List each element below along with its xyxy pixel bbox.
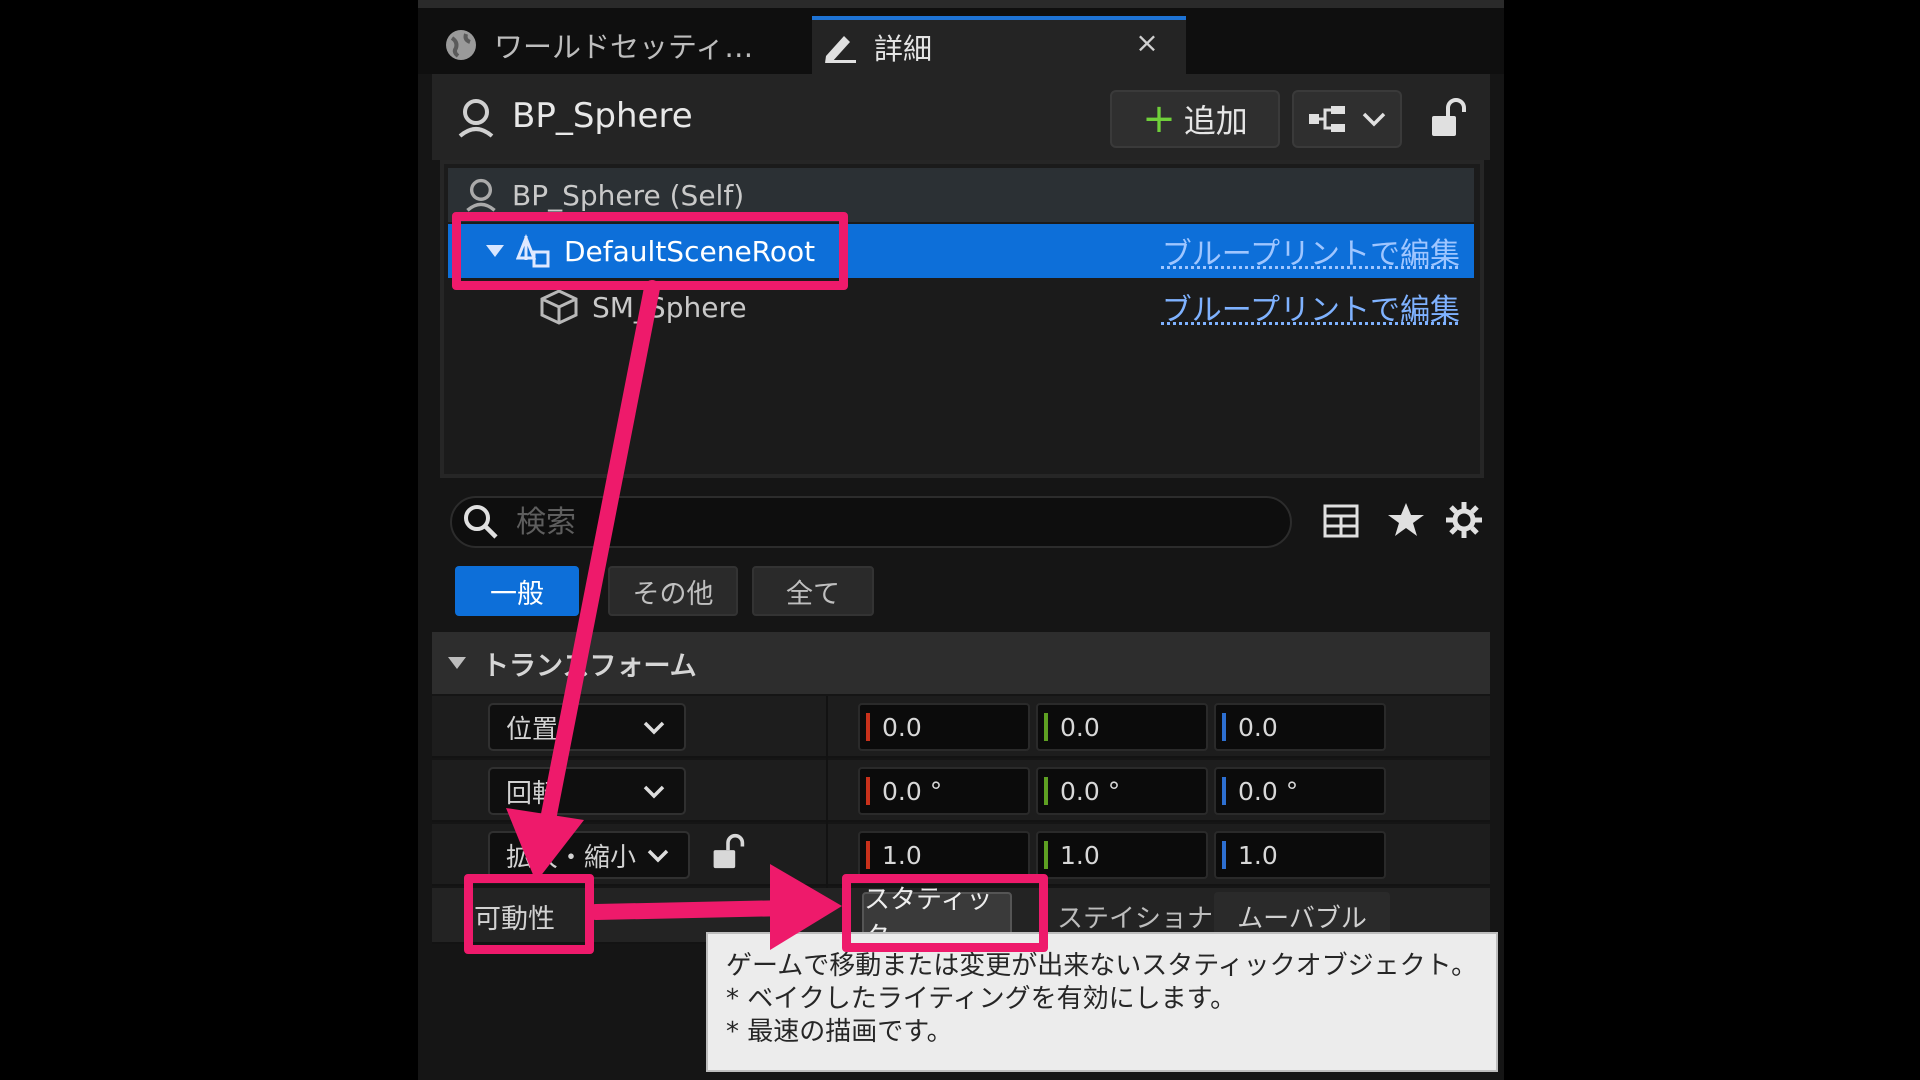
x-axis-marker xyxy=(866,713,870,741)
lock-open-icon[interactable] xyxy=(1428,96,1468,138)
self-label: BP_Sphere (Self) xyxy=(512,178,745,212)
y-axis-marker xyxy=(1044,841,1048,869)
mesh-label: SM_Sphere xyxy=(592,290,747,324)
gear-icon[interactable] xyxy=(1444,500,1484,540)
scale-z-field[interactable]: 1.0 xyxy=(1214,831,1386,879)
tooltip-line: ゲームで移動または変更が出来ないスタティックオブジェクト。 xyxy=(726,951,1478,981)
transform-section-header[interactable]: トランスフォーム xyxy=(432,632,1490,694)
location-y-value: 0.0 xyxy=(1060,712,1100,742)
globe-icon xyxy=(446,30,476,60)
location-dropdown[interactable]: 位置 xyxy=(488,703,686,751)
location-z-value: 0.0 xyxy=(1238,712,1278,742)
scale-z-value: 1.0 xyxy=(1238,840,1278,870)
star-icon[interactable] xyxy=(1386,500,1426,540)
z-axis-marker xyxy=(1222,841,1226,869)
rotation-dropdown[interactable]: 回転 xyxy=(488,767,686,815)
hierarchy-dropdown-button[interactable] xyxy=(1292,90,1402,148)
rotation-y-value: 0.0 ° xyxy=(1060,776,1121,806)
close-tab-button[interactable]: × xyxy=(1130,26,1164,60)
rotation-label: 回転 xyxy=(506,778,559,809)
location-x-field[interactable]: 0.0 xyxy=(858,703,1030,751)
rotation-y-field[interactable]: 0.0 ° xyxy=(1036,767,1208,815)
scale-lock-open-icon[interactable] xyxy=(710,832,746,870)
tab-details-label: 詳細 xyxy=(874,32,933,66)
chevron-down-icon xyxy=(647,849,669,863)
highlight-static-option xyxy=(842,874,1048,952)
scale-y-value: 1.0 xyxy=(1060,840,1100,870)
rotation-z-value: 0.0 ° xyxy=(1238,776,1299,806)
x-axis-marker xyxy=(866,777,870,805)
pencil-edit-icon xyxy=(825,36,856,63)
actor-name: BP_Sphere xyxy=(512,96,693,136)
x-axis-marker xyxy=(866,841,870,869)
add-component-button[interactable]: + 追加 xyxy=(1110,90,1280,148)
filter-tab-general[interactable]: 一般 xyxy=(455,566,579,616)
collapse-triangle-icon xyxy=(448,657,466,669)
mobility-tooltip: ゲームで移動または変更が出来ないスタティックオブジェクト。 * ベイクしたライテ… xyxy=(706,932,1498,1072)
chevron-down-icon xyxy=(643,785,665,799)
tab-world-settings[interactable]: ワールドセッティ… xyxy=(434,16,804,74)
scale-x-value: 1.0 xyxy=(882,840,922,870)
actor-icon xyxy=(458,99,494,138)
tooltip-line: * ベイクしたライティングを有効にします。 xyxy=(726,984,1237,1014)
scale-y-field[interactable]: 1.0 xyxy=(1036,831,1208,879)
search-box[interactable] xyxy=(450,496,1292,548)
edit-in-blueprint-link-root[interactable]: ブループリントで編集 xyxy=(1162,229,1460,273)
y-axis-marker xyxy=(1044,777,1048,805)
location-y-field[interactable]: 0.0 xyxy=(1036,703,1208,751)
location-label: 位置 xyxy=(506,714,559,745)
edit-in-blueprint-link-mesh[interactable]: ブループリントで編集 xyxy=(1162,285,1460,329)
chevron-down-icon xyxy=(643,721,665,735)
scale-x-field[interactable]: 1.0 xyxy=(858,831,1030,879)
highlight-mobility-label xyxy=(464,874,594,954)
tooltip-line: * 最速の描画です。 xyxy=(726,1017,953,1047)
z-axis-marker xyxy=(1222,777,1226,805)
search-icon xyxy=(464,505,498,539)
rotation-z-field[interactable]: 0.0 ° xyxy=(1214,767,1386,815)
hierarchy-icon xyxy=(1309,106,1345,132)
search-input[interactable] xyxy=(514,503,1218,541)
location-z-field[interactable]: 0.0 xyxy=(1214,703,1386,751)
location-x-value: 0.0 xyxy=(882,712,922,742)
transform-section-title: トランスフォーム xyxy=(482,650,697,682)
rotation-x-value: 0.0 ° xyxy=(882,776,943,806)
y-axis-marker xyxy=(1044,713,1048,741)
tab-world-label: ワールドセッティ… xyxy=(494,30,754,64)
chevron-down-icon xyxy=(1362,112,1386,127)
column-splitter[interactable] xyxy=(826,696,828,888)
z-axis-marker xyxy=(1222,713,1226,741)
plus-icon: + xyxy=(1142,96,1176,142)
scale-label: 拡大・縮小 xyxy=(506,842,637,873)
table-view-icon[interactable] xyxy=(1322,502,1360,540)
scale-dropdown[interactable]: 拡大・縮小 xyxy=(488,831,690,879)
filter-tab-other[interactable]: その他 xyxy=(608,566,738,616)
rotation-x-field[interactable]: 0.0 ° xyxy=(858,767,1030,815)
panel-top-strip xyxy=(418,0,1504,8)
actor-icon xyxy=(466,178,496,212)
filter-tab-all[interactable]: 全て xyxy=(752,566,874,616)
static-mesh-icon xyxy=(540,289,578,325)
highlight-default-scene-root xyxy=(452,212,848,290)
add-label: 追加 xyxy=(1183,102,1248,140)
